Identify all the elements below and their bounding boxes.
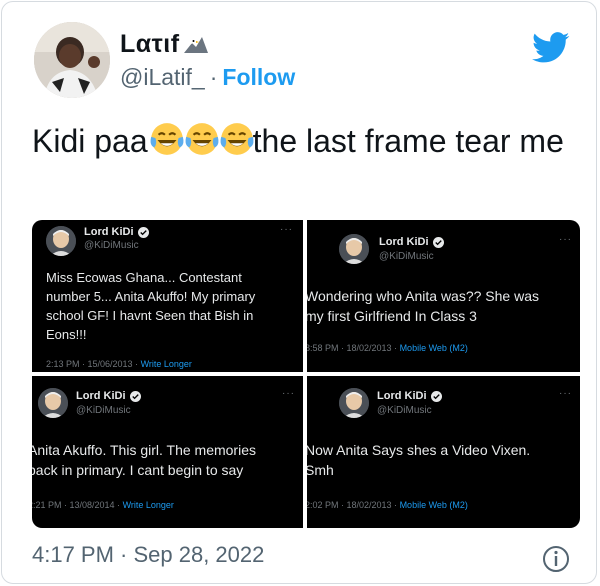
embedded-author-handle: @KiDiMusic [84, 240, 139, 251]
more-options-icon: ··· [559, 234, 572, 245]
tears-of-joy-emoji-icon [150, 123, 184, 155]
embedded-tweet-time: 8:58 PM · 18/02/2013 · [307, 343, 400, 353]
tears-of-joy-emoji-icon [220, 123, 254, 155]
text-line: Miss Ecowas Ghana... Contestant [46, 270, 242, 285]
text-line: Anita Akuffo. This girl. The memories [32, 442, 256, 458]
embedded-author-handle: @KiDiMusic [379, 251, 434, 262]
verified-badge-icon [137, 226, 149, 238]
author-avatar[interactable] [34, 22, 110, 98]
tweet-card: Lατιf @iLatif_ · Follow Kidi paa the las… [1, 1, 597, 584]
more-options-icon: ··· [559, 388, 572, 399]
media-grid[interactable]: Lord KiDi @KiDiMusic ··· Miss Ecowas Gha… [32, 220, 580, 528]
text-line: school GF! I havnt Seen that Bish in [46, 308, 254, 323]
kidi-avatar [339, 388, 369, 418]
embedded-tweet-text: Now Anita Says shes a Video Vixen. Smh [307, 440, 530, 480]
follow-button[interactable]: Follow [222, 64, 295, 91]
embedded-author-name: Lord KiDi [84, 226, 149, 238]
embedded-tweet-meta: 2:13 PM · 15/06/2013 · Write Longer [46, 359, 192, 369]
eagle-emoji-icon [183, 36, 208, 53]
text-line: number 5... Anita Akuffo! My primary [46, 289, 256, 304]
tweet-text-part2: the last frame tear me [252, 123, 564, 159]
more-options-icon: ··· [282, 388, 295, 399]
embedded-tweet-time: 2:13 PM · 15/06/2013 · [46, 359, 141, 369]
embedded-name-text: Lord KiDi [84, 226, 134, 238]
kidi-avatar [38, 388, 68, 418]
embedded-tweet-source: Mobile Web (M2) [399, 500, 468, 510]
tweet-text: Kidi paa the last frame tear me [32, 120, 572, 162]
embedded-tweet-meta: 8:58 PM · 18/02/2013 · Mobile Web (M2) [307, 343, 468, 353]
display-name: Lατιf [120, 30, 180, 58]
embedded-author-name: Lord KiDi [76, 390, 141, 402]
more-options-icon: ··· [280, 224, 293, 235]
text-line: back in primary. I cant begin to say [32, 462, 244, 478]
author-name[interactable]: Lατιf [120, 30, 210, 59]
text-line: my first Girlfriend In Class 3 [307, 308, 477, 324]
text-line: Eons!!! [46, 327, 87, 342]
embedded-tweet-meta: 2:02 PM · 18/02/2013 · Mobile Web (M2) [307, 500, 468, 510]
embedded-tweet-text: Anita Akuffo. This girl. The memories ba… [32, 440, 256, 480]
text-line: Wondering who Anita was?? She was [307, 288, 539, 304]
tears-of-joy-emoji-icon [185, 123, 219, 155]
embedded-tweet-3[interactable]: Lord KiDi @KiDiMusic ··· Anita Akuffo. T… [32, 376, 303, 528]
text-line: Now Anita Says shes a Video Vixen. [307, 442, 531, 458]
tweet-timestamp[interactable]: 4:17 PM · Sep 28, 2022 [32, 542, 264, 568]
info-icon[interactable] [542, 545, 570, 573]
embedded-tweet-source: Write Longer [140, 359, 192, 369]
embedded-tweet-4[interactable]: Lord KiDi @KiDiMusic ··· Now Anita Says … [307, 376, 580, 528]
author-handle[interactable]: @iLatif_ [120, 64, 205, 91]
embedded-author-name: Lord KiDi [377, 390, 442, 402]
embedded-tweet-time: 2:02 PM · 18/02/2013 · [307, 500, 400, 510]
embedded-tweet-1[interactable]: Lord KiDi @KiDiMusic ··· Miss Ecowas Gha… [32, 220, 303, 372]
twitter-logo-icon[interactable] [532, 32, 570, 64]
embedded-name-text: Lord KiDi [76, 390, 126, 402]
separator-dot: · [209, 64, 218, 90]
text-line: Smh [307, 462, 334, 478]
embedded-author-handle: @KiDiMusic [377, 405, 432, 416]
embedded-tweet-2[interactable]: Lord KiDi @KiDiMusic ··· Wondering who A… [307, 220, 580, 372]
tweet-text-part1: Kidi paa [32, 123, 148, 159]
embedded-name-text: Lord KiDi [379, 236, 429, 248]
embedded-tweet-text: Wondering who Anita was?? She was my fir… [307, 286, 539, 326]
embedded-tweet-time: 2:21 PM · 13/08/2014 · [32, 500, 123, 510]
verified-badge-icon [129, 390, 141, 402]
embedded-author-handle: @KiDiMusic [76, 405, 131, 416]
author-handle-row: @iLatif_ · Follow [120, 64, 295, 91]
embedded-name-text: Lord KiDi [377, 390, 427, 402]
embedded-tweet-source: Write Longer [122, 500, 174, 510]
embedded-tweet-source: Mobile Web (M2) [399, 343, 468, 353]
embedded-tweet-meta: 2:21 PM · 13/08/2014 · Write Longer [32, 500, 174, 510]
kidi-avatar [46, 226, 76, 256]
embedded-author-name: Lord KiDi [379, 236, 444, 248]
verified-badge-icon [430, 390, 442, 402]
verified-badge-icon [432, 236, 444, 248]
embedded-tweet-text: Miss Ecowas Ghana... Contestant number 5… [46, 268, 255, 344]
kidi-avatar [339, 234, 369, 264]
